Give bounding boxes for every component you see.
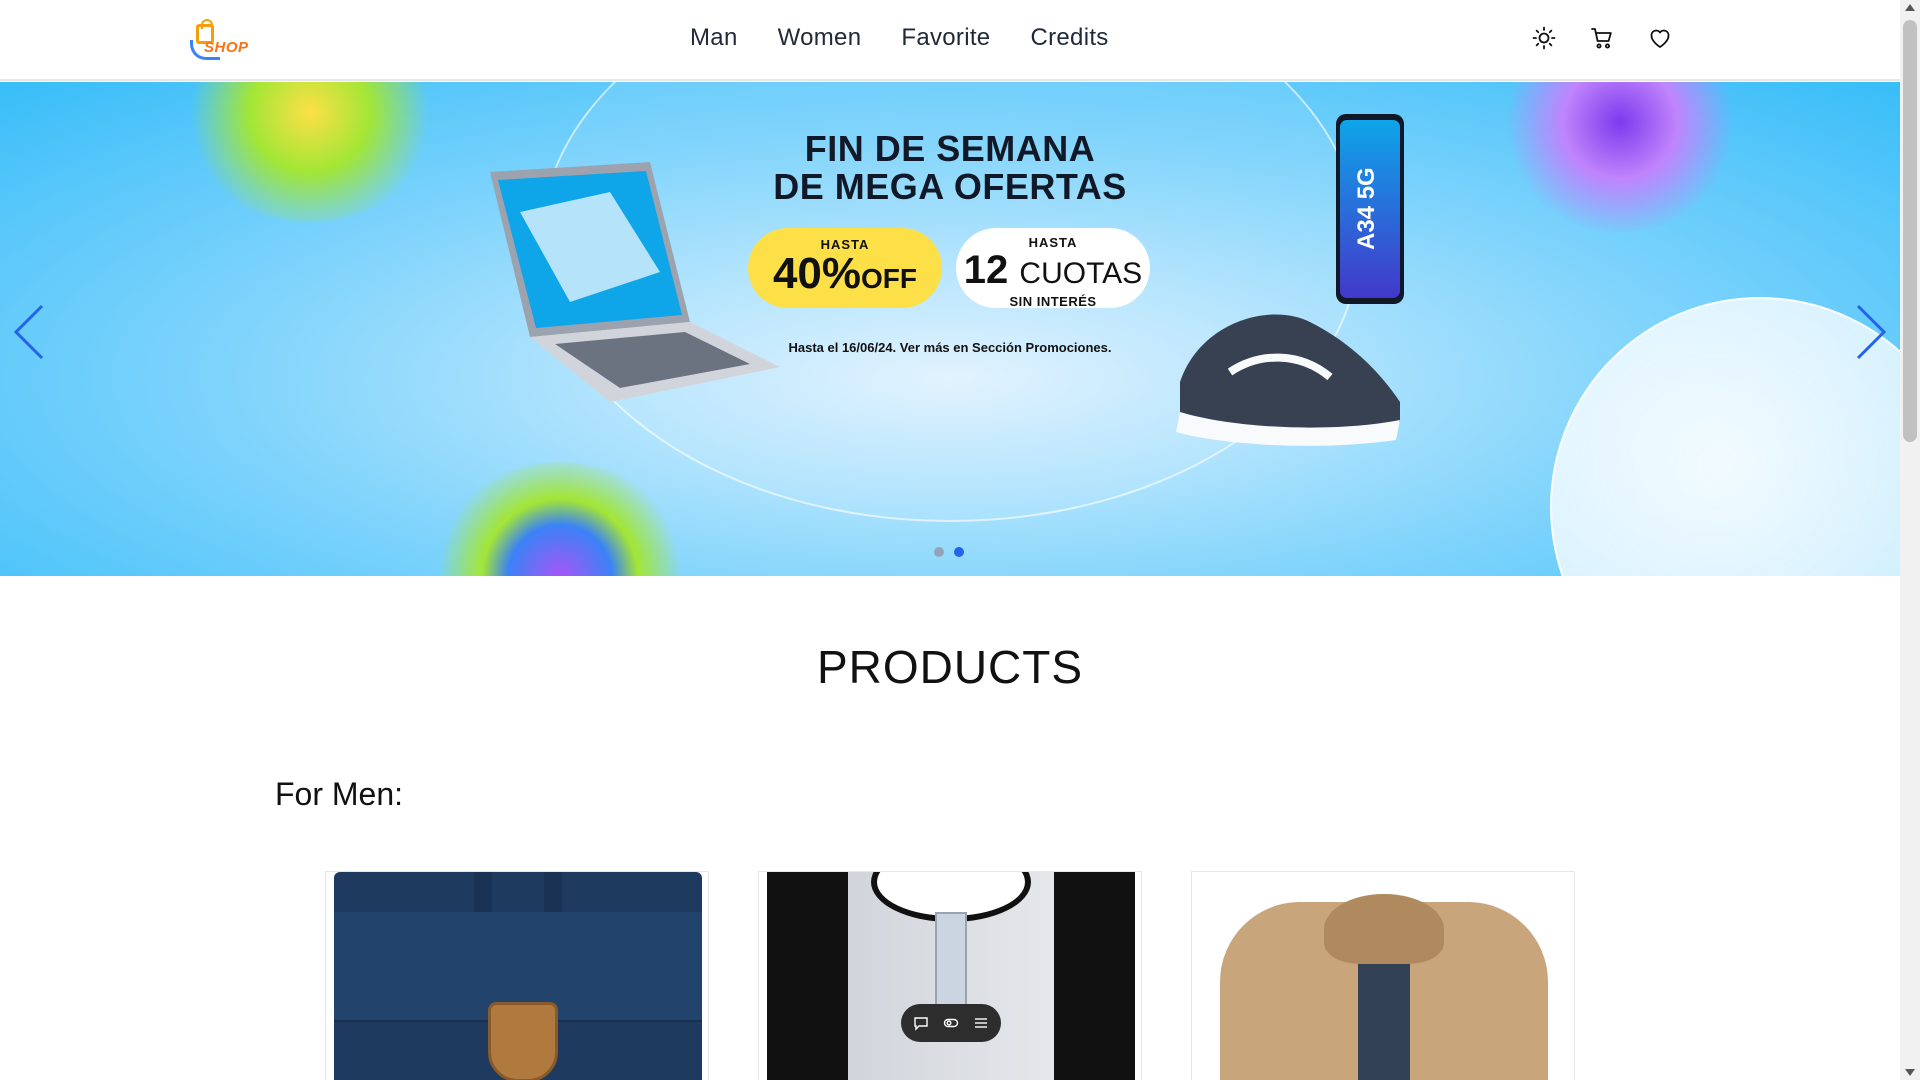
- product-card-henley-shirt[interactable]: [758, 871, 1142, 1080]
- products-heading: PRODUCTS: [816, 641, 1084, 693]
- toggle-icon[interactable]: [943, 1015, 959, 1031]
- nav-link-credits[interactable]: Credits: [1030, 24, 1108, 52]
- discount-badge: HASTA 40%OFF: [748, 228, 942, 308]
- nav-link-women[interactable]: Women: [778, 24, 862, 52]
- main-nav: Man Women Favorite Credits: [690, 24, 1109, 52]
- promo-terms: Hasta el 16/06/24. Ver más en Sección Pr…: [788, 340, 1112, 355]
- list-icon[interactable]: [973, 1015, 989, 1031]
- hero-carousel: FIN DE SEMANA DE MEGA OFERTAS HASTA 40%O…: [0, 82, 1900, 576]
- carousel-dot-2[interactable]: [954, 547, 964, 557]
- shop-logo[interactable]: SHOP: [190, 18, 254, 62]
- vertical-scrollbar[interactable]: [1900, 0, 1920, 1080]
- carousel-indicators: [934, 547, 964, 557]
- nav-link-man[interactable]: Man: [690, 24, 738, 52]
- hero-headline: FIN DE SEMANA DE MEGA OFERTAS: [773, 128, 1127, 207]
- cart-icon[interactable]: [1590, 26, 1614, 50]
- scroll-thumb[interactable]: [1903, 20, 1917, 442]
- backpack-image: [334, 872, 702, 1080]
- header-actions: [1532, 26, 1672, 50]
- jacket-image: [1220, 894, 1548, 1080]
- sun-icon[interactable]: [1532, 26, 1556, 50]
- henley-shirt-image: [767, 872, 1135, 1080]
- product-card-jacket[interactable]: [1191, 871, 1575, 1080]
- heart-icon[interactable]: [1648, 26, 1672, 50]
- phone-image: A34 5G: [1336, 114, 1404, 304]
- logo-text: SHOP: [204, 39, 249, 56]
- floating-toolbar: [901, 1004, 1001, 1042]
- phone-label: A34 5G: [1353, 167, 1380, 250]
- site-header: SHOP Man Women Favorite Credits: [0, 0, 1900, 81]
- scroll-down-arrow-icon[interactable]: [1905, 1069, 1915, 1076]
- carousel-prev-button[interactable]: [10, 302, 50, 362]
- section-label-men: For Men:: [275, 776, 404, 812]
- carousel-next-button[interactable]: [1850, 302, 1890, 362]
- carousel-dot-1[interactable]: [934, 547, 944, 557]
- installments-badge: HASTA 12 CUOTAS SIN INTERÉS: [956, 228, 1150, 309]
- nav-link-favorite[interactable]: Favorite: [901, 24, 990, 52]
- product-card-backpack[interactable]: [325, 871, 709, 1080]
- fox-logo-icon: [488, 1002, 558, 1080]
- scroll-up-arrow-icon[interactable]: [1905, 4, 1915, 11]
- chat-icon[interactable]: [913, 1015, 929, 1031]
